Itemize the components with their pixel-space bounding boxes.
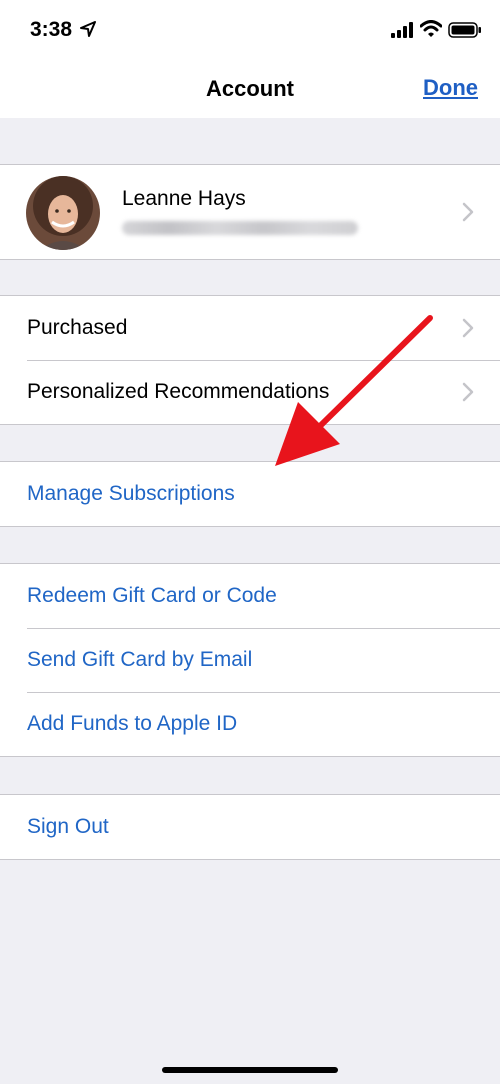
purchased-label: Purchased [27,316,128,339]
send-gift-card-row[interactable]: Send Gift Card by Email [0,628,500,692]
sign-out-row[interactable]: Sign Out [0,795,500,859]
cellular-signal-icon [391,22,413,38]
wifi-icon [420,20,442,37]
sign-out-label: Sign Out [27,815,109,838]
send-gift-card-label: Send Gift Card by Email [27,648,253,671]
profile-email-redacted [122,221,358,235]
annotation-arrow-icon [275,315,433,466]
add-funds-row[interactable]: Add Funds to Apple ID [0,692,500,756]
status-bar: 3:38 [0,0,500,60]
redeem-gift-card-row[interactable]: Redeem Gift Card or Code [0,564,500,628]
chevron-right-icon [462,382,474,402]
home-indicator[interactable] [162,1067,338,1073]
chevron-right-icon [462,202,474,222]
avatar [26,176,100,250]
location-arrow-icon [80,21,96,37]
done-button[interactable]: Done [423,75,478,101]
redeem-gift-card-label: Redeem Gift Card or Code [27,584,277,607]
chevron-right-icon [462,318,474,338]
navigation-bar: Account Done [0,60,500,118]
status-time: 3:38 [30,18,73,41]
add-funds-label: Add Funds to Apple ID [27,712,238,735]
battery-icon [448,22,481,38]
profile-section: Leanne Hays [0,164,500,260]
sign-out-section: Sign Out [0,794,500,860]
profile-name: Leanne Hays [122,187,246,210]
gift-card-section: Redeem Gift Card or Code Send Gift Card … [0,563,500,757]
manage-subscriptions-label: Manage Subscriptions [27,482,235,505]
profile-row[interactable]: Leanne Hays [0,165,500,259]
